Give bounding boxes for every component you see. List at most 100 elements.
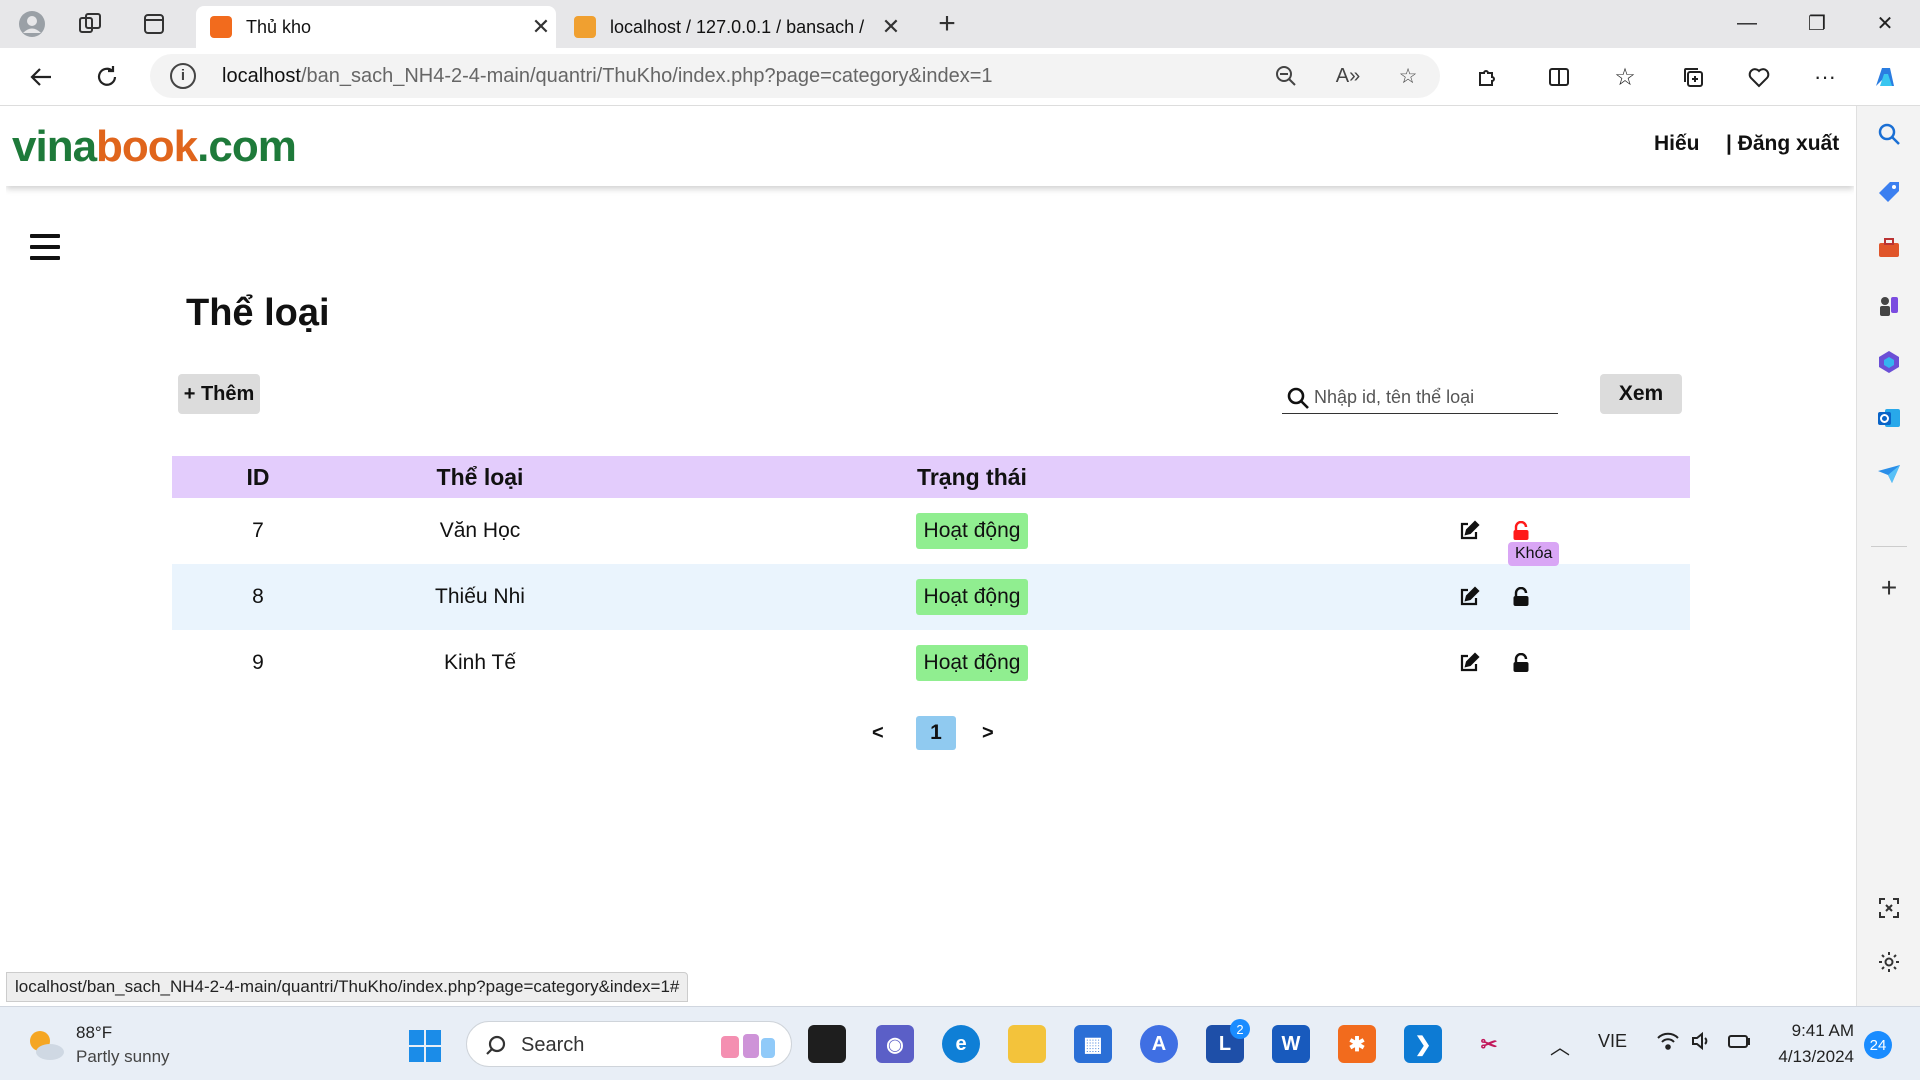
browser-toolbar: i localhost/ban_sach_NH4-2-4-main/quantr… [0,48,1920,106]
send-icon[interactable] [1873,458,1905,490]
more-menu-icon[interactable]: ··· [1806,58,1844,96]
status-badge: Hoạt động [915,645,1029,681]
prev-page-link[interactable]: < [872,722,884,745]
status-badge: Hoạt động [915,579,1029,615]
view-button[interactable]: Xem [1600,374,1682,414]
tab-actions-icon[interactable] [136,6,172,42]
tab-title: localhost / 127.0.0.1 / bansach / [610,16,865,37]
lock-icon[interactable] [1506,630,1536,696]
zoom-out-icon[interactable] [1272,62,1300,90]
sidebar-settings-icon[interactable] [1873,946,1905,978]
windows-taskbar: 88°F Partly sunny Search ◉ e ▦ A L 2 W ✱… [0,1006,1920,1080]
copilot-icon[interactable] [1866,58,1904,96]
show-hidden-icons-icon[interactable]: ︿ [1550,1031,1570,1060]
search-highlight-icon [721,1034,775,1058]
category-search [1282,380,1558,414]
close-window-icon[interactable]: ✕ [1852,0,1918,46]
favorites-icon[interactable]: ☆ [1606,58,1644,96]
tab-phpmyadmin[interactable]: localhost / 127.0.0.1 / bansach / ✕ [560,6,906,48]
shopping-tag-icon[interactable] [1873,176,1905,208]
add-sidebar-app-icon[interactable]: + [1873,572,1905,604]
edge-taskbar-icon[interactable]: e [942,1025,980,1063]
weather-desc[interactable]: Partly sunny [76,1047,170,1067]
lock-icon[interactable] [1506,564,1536,630]
pagination: < 1 > [872,716,1022,752]
language-indicator[interactable]: VIE [1598,1031,1627,1052]
arc-app-icon[interactable]: A [1140,1025,1178,1063]
word-icon[interactable]: W [1272,1025,1310,1063]
taskbar-search[interactable]: Search [466,1021,792,1067]
taskview-icon[interactable] [808,1025,846,1063]
edit-icon[interactable] [1454,498,1484,564]
table-row: 7 Văn Học Hoạt động Khóa [172,498,1690,566]
browser-essentials-icon[interactable] [1740,58,1778,96]
close-tab-icon[interactable]: ✕ [876,14,906,40]
table-row: 8 Thiếu Nhi Hoạt động [172,564,1690,630]
site-header: vinabook.com Hiếu | Đăng xuất [6,106,1854,186]
snipping-tool-icon[interactable]: ✂ [1470,1025,1508,1063]
read-aloud-icon[interactable]: A» [1334,62,1362,90]
row-name: Văn Học [439,519,521,542]
row-name: Thiếu Nhi [435,585,525,608]
restore-icon[interactable]: ❐ [1784,0,1850,46]
tools-icon[interactable] [1873,232,1905,264]
windows-start-icon[interactable] [408,1029,442,1063]
close-tab-icon[interactable]: ✕ [526,14,556,40]
logout-link[interactable]: | Đăng xuất [1726,132,1839,156]
vinabook-logo[interactable]: vinabook.com [12,122,297,172]
edit-icon[interactable] [1454,630,1484,696]
extensions-icon[interactable] [1468,58,1506,96]
address-bar[interactable]: i localhost/ban_sach_NH4-2-4-main/quantr… [150,54,1440,98]
screenshot-icon[interactable] [1873,892,1905,924]
split-screen-icon[interactable] [1540,58,1578,96]
battery-icon[interactable] [1726,1031,1752,1056]
workspaces-icon[interactable] [72,6,108,42]
outlook-icon[interactable] [1873,402,1905,434]
wifi-icon[interactable] [1656,1031,1680,1056]
xampp-icon[interactable]: ✱ [1338,1025,1376,1063]
category-table: ID Thể loại Trạng thái 7 Văn Học Hoạt độ… [172,456,1690,696]
page-number-current[interactable]: 1 [916,716,956,750]
page-content: vinabook.com Hiếu | Đăng xuất Thể loại +… [6,106,1854,1006]
store-icon[interactable]: ▦ [1074,1025,1112,1063]
next-page-link[interactable]: > [982,722,994,745]
table-header: ID Thể loại Trạng thái [172,456,1690,498]
edit-icon[interactable] [1454,564,1484,630]
clock-date[interactable]: 4/13/2024 [1772,1047,1854,1067]
tab-thu-kho[interactable]: Thủ kho ✕ [196,6,556,48]
refresh-icon[interactable] [88,58,126,96]
teams-icon[interactable]: ◉ [876,1025,914,1063]
url-text[interactable]: localhost/ban_sach_NH4-2-4-main/quantri/… [222,65,993,88]
page-title: Thể loại [186,292,330,334]
user-name-link[interactable]: Hiếu [1654,132,1700,156]
weather-temp[interactable]: 88°F [76,1023,112,1043]
favorite-star-icon[interactable]: ☆ [1394,62,1422,90]
table-row: 9 Kinh Tế Hoạt động [172,630,1690,696]
new-tab-icon[interactable]: + [929,6,965,42]
edge-sidebar: + [1856,106,1920,1006]
search-icon [486,1035,506,1055]
weather-icon[interactable] [24,1025,68,1065]
sidebar-divider [1871,546,1907,547]
xampp-favicon-icon [210,16,232,38]
search-icon[interactable] [1873,118,1905,150]
column-header-id: ID [246,463,270,490]
back-icon[interactable] [22,58,60,96]
add-category-button[interactable]: + Thêm [178,374,260,414]
menu-toggle-icon[interactable] [30,234,60,260]
games-icon[interactable] [1873,290,1905,322]
microsoft-365-icon[interactable] [1873,346,1905,378]
site-info-icon[interactable]: i [170,63,196,89]
vscode-icon[interactable]: ❯ [1404,1025,1442,1063]
minimize-icon[interactable]: — [1714,0,1780,46]
search-input[interactable] [1312,384,1552,410]
notification-badge[interactable]: 24 [1864,1031,1892,1059]
browser-tab-strip: Thủ kho ✕ localhost / 127.0.0.1 / bansac… [0,0,1920,48]
collections-icon[interactable] [1674,58,1712,96]
row-id: 8 [252,585,264,608]
profile-icon[interactable] [14,6,50,42]
volume-icon[interactable] [1690,1031,1714,1056]
clock-time[interactable]: 9:41 AM [1790,1021,1854,1041]
file-explorer-icon[interactable] [1008,1025,1046,1063]
row-id: 7 [252,519,264,542]
